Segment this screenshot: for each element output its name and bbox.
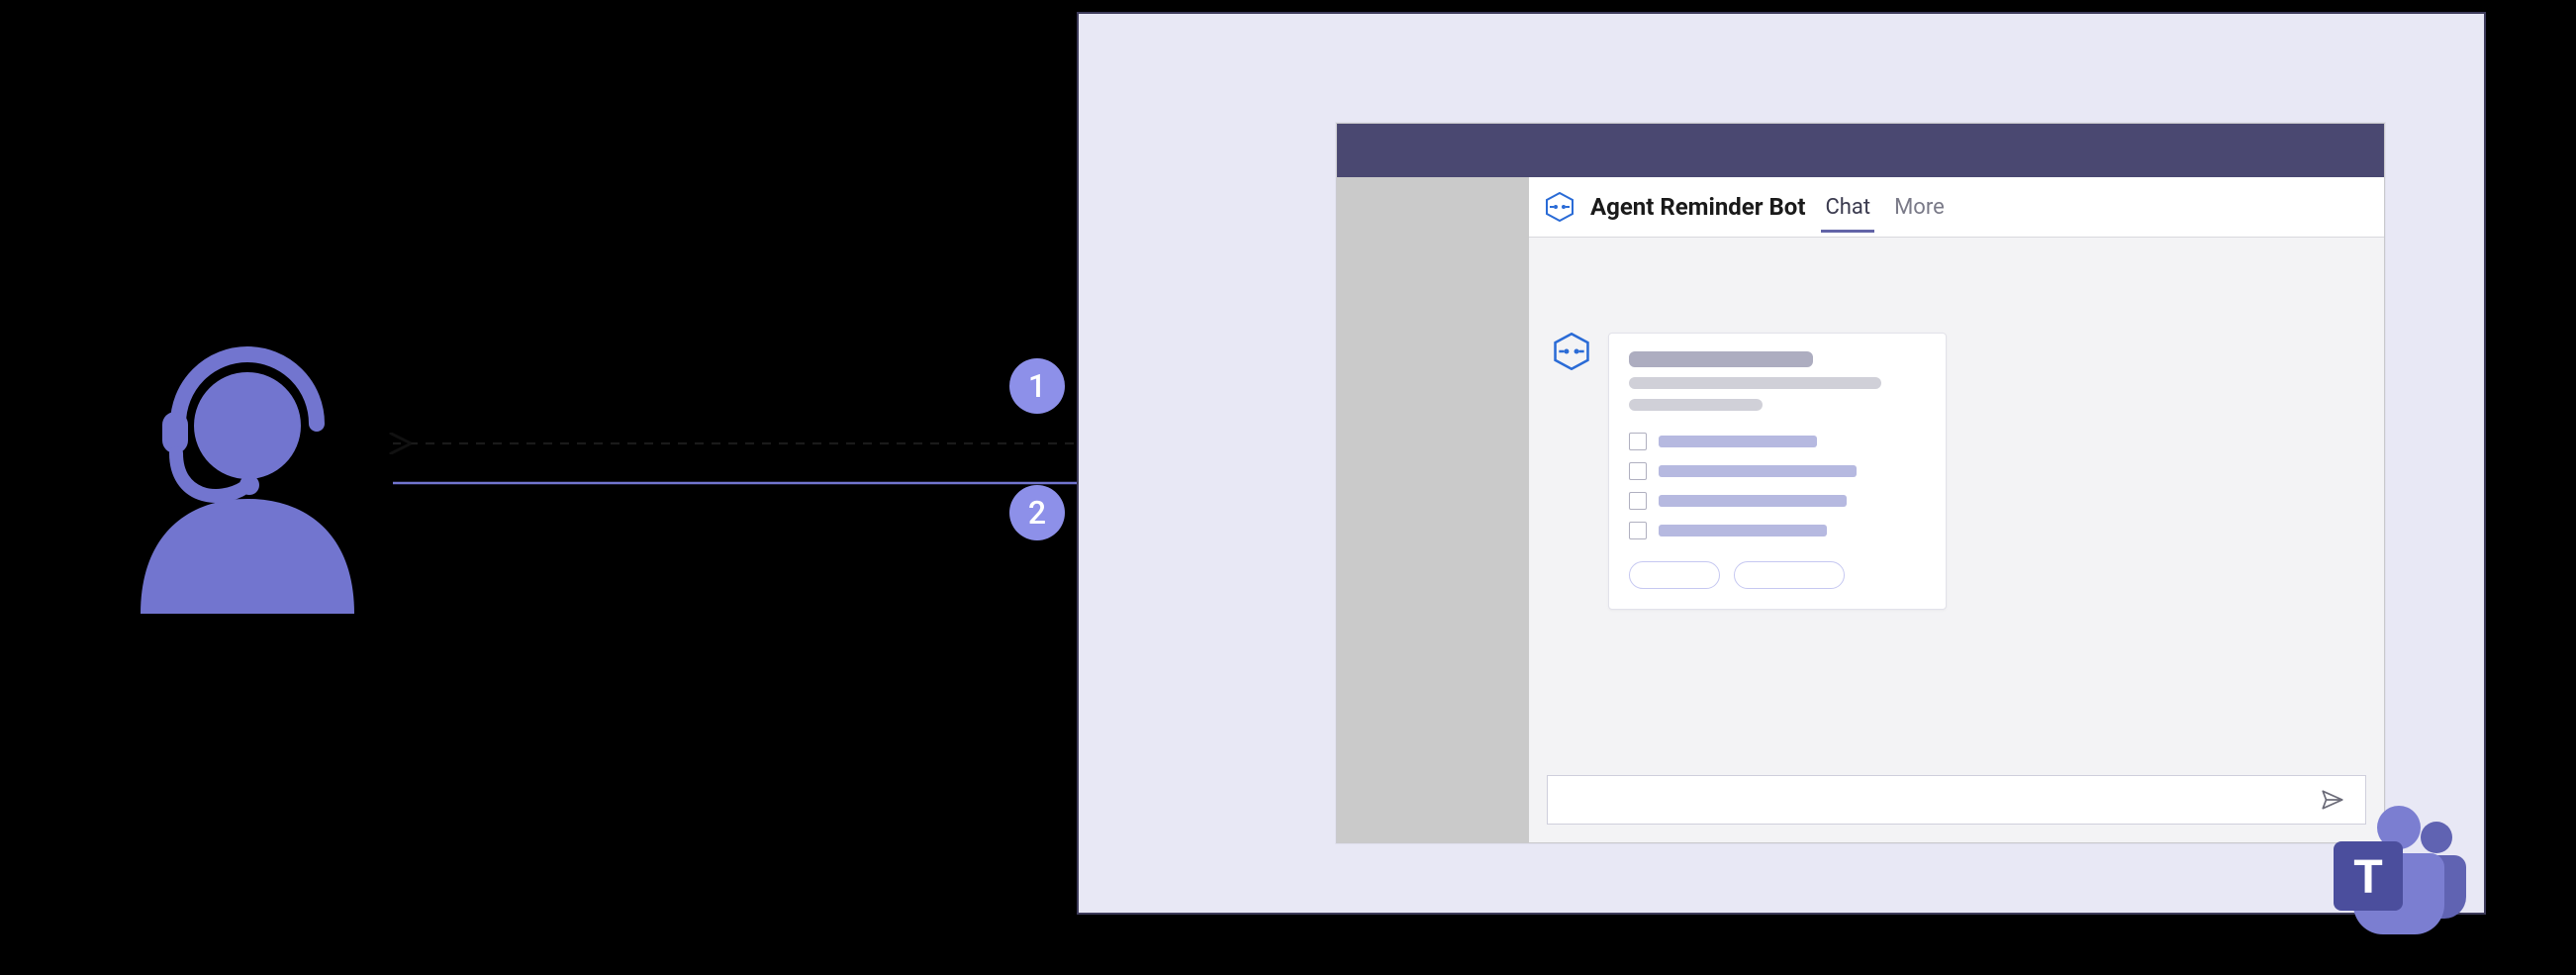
checkbox-icon[interactable] (1629, 492, 1647, 510)
ms-teams-logo-icon: T (2320, 798, 2468, 946)
checkbox-icon[interactable] (1629, 522, 1647, 539)
checklist-item-label (1659, 495, 1847, 507)
step-badge-1: 1 (1009, 358, 1065, 414)
card-subtext-placeholder (1629, 399, 1763, 411)
checklist-item[interactable] (1629, 522, 1926, 539)
checklist-item[interactable] (1629, 462, 1926, 480)
teams-app-window: Agent Reminder Bot Chat More (1336, 123, 2385, 843)
card-checklist (1629, 433, 1926, 539)
teams-left-rail (1337, 177, 1529, 842)
teams-tab-bar: Agent Reminder Bot Chat More (1529, 177, 2384, 238)
bot-app-title: Agent Reminder Bot (1590, 193, 1805, 221)
agent-icon (119, 317, 376, 614)
checklist-item-label (1659, 525, 1827, 536)
tab-more[interactable]: More (1890, 181, 1949, 233)
card-action-button[interactable] (1629, 561, 1720, 589)
checklist-item[interactable] (1629, 433, 1926, 450)
bot-app-icon (1545, 192, 1574, 222)
teams-panel: Agent Reminder Bot Chat More (1077, 12, 2486, 915)
teams-chat-area (1529, 238, 2384, 842)
card-action-button[interactable] (1734, 561, 1845, 589)
step-badge-2: 2 (1009, 485, 1065, 540)
card-title-placeholder (1629, 351, 1813, 367)
checkbox-icon[interactable] (1629, 462, 1647, 480)
card-subtext-placeholder (1629, 377, 1881, 389)
svg-text:T: T (2353, 851, 2382, 904)
compose-box[interactable] (1547, 775, 2366, 825)
teams-window-header (1337, 124, 2384, 177)
checkbox-icon[interactable] (1629, 433, 1647, 450)
checklist-item[interactable] (1629, 492, 1926, 510)
checklist-item-label (1659, 465, 1857, 477)
tab-chat[interactable]: Chat (1821, 181, 1874, 233)
message-avatar-icon (1553, 333, 1590, 370)
adaptive-card (1608, 333, 1947, 610)
connectors (378, 414, 1190, 513)
checklist-item-label (1659, 436, 1817, 447)
